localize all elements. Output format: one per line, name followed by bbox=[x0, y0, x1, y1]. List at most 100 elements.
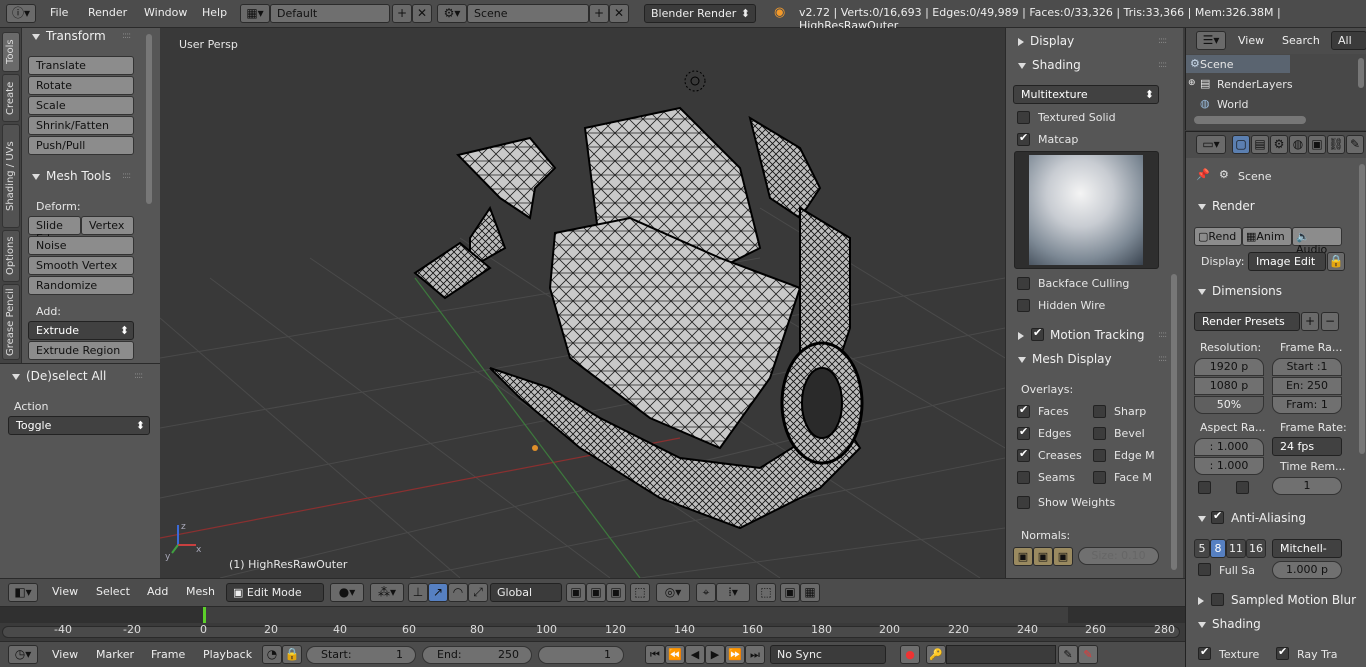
play-icon[interactable]: ▶ bbox=[705, 645, 725, 664]
remove-preset-icon[interactable]: − bbox=[1321, 312, 1339, 331]
outliner-renderlayers-label[interactable]: RenderLayers bbox=[1217, 78, 1293, 91]
scale-button[interactable]: Scale bbox=[28, 96, 134, 115]
play-reverse-icon[interactable]: ◀ bbox=[685, 645, 705, 664]
add-menu[interactable]: Add bbox=[147, 585, 168, 598]
screen-layout-icon[interactable]: ▦▾ bbox=[240, 4, 270, 23]
tab-tools[interactable]: Tools bbox=[2, 32, 20, 72]
render-image-button[interactable]: ▢Rend bbox=[1194, 227, 1242, 246]
render-panel-header[interactable]: Render bbox=[1198, 199, 1255, 213]
opengl-render-icon[interactable]: ⬚ bbox=[756, 583, 776, 602]
shrink-fatten-button[interactable]: Shrink/Fatten bbox=[28, 116, 134, 135]
end-frame-field[interactable]: End: 250 bbox=[422, 646, 532, 664]
keying-set-icon[interactable]: 🔑 bbox=[926, 645, 946, 664]
scale-manipulator-icon[interactable]: ⤢ bbox=[468, 583, 488, 602]
render-anim-icon[interactable]: ▦ bbox=[800, 583, 820, 602]
toolshelf-scrollbar[interactable] bbox=[146, 34, 152, 204]
npanel-scrollbar[interactable] bbox=[1171, 274, 1177, 570]
edge-marks-checkbox[interactable] bbox=[1093, 449, 1106, 462]
jump-start-icon[interactable]: ⏮ bbox=[645, 645, 665, 664]
backface-culling-checkbox[interactable] bbox=[1017, 277, 1030, 290]
screen-layout-field[interactable]: Default bbox=[270, 4, 390, 23]
translate-manipulator-icon[interactable]: ↗ bbox=[428, 583, 448, 602]
tab-shading-uvs[interactable]: Shading / UVs bbox=[2, 124, 20, 228]
timeline-frame-menu[interactable]: Frame bbox=[151, 648, 185, 661]
keying-set-field[interactable] bbox=[946, 645, 1056, 664]
rotate-manipulator-icon[interactable]: ◠ bbox=[448, 583, 468, 602]
edge-select-icon[interactable]: ▣ bbox=[586, 583, 606, 602]
action-select[interactable]: Toggle ⬍ bbox=[8, 416, 150, 435]
frame-rate-select[interactable]: 24 fps bbox=[1272, 437, 1342, 456]
timeline-scrollbar[interactable] bbox=[2, 626, 1180, 638]
panel-grip-icon[interactable]: :::: bbox=[134, 371, 143, 381]
editor-type-3d-icon[interactable]: ◧▾ bbox=[8, 583, 38, 602]
aspect-x-field[interactable]: : 1.000 bbox=[1194, 438, 1264, 456]
shading-panel-header[interactable]: Shading bbox=[1018, 58, 1081, 72]
bevel-checkbox[interactable] bbox=[1093, 427, 1106, 440]
matcap-checkbox[interactable] bbox=[1017, 131, 1030, 146]
anti-aliasing-panel-header[interactable] bbox=[1198, 511, 1212, 525]
editor-type-timeline-icon[interactable]: ◷▾ bbox=[8, 645, 38, 664]
raytrace-checkbox[interactable] bbox=[1276, 645, 1289, 660]
jump-keyframe-forward-icon[interactable]: ⏩ bbox=[725, 645, 745, 664]
shading-panel-header[interactable]: Shading bbox=[1198, 617, 1261, 631]
3d-cursor[interactable] bbox=[684, 70, 706, 92]
jump-keyframe-back-icon[interactable]: ⏪ bbox=[665, 645, 685, 664]
scene-field[interactable]: Scene bbox=[467, 4, 589, 23]
vertex-select-icon[interactable]: ▣ bbox=[566, 583, 586, 602]
aa-samples-11-button[interactable]: 11 bbox=[1226, 539, 1246, 558]
resolution-y-field[interactable]: 1080 p bbox=[1194, 377, 1264, 395]
outliner-view-menu[interactable]: View bbox=[1238, 34, 1264, 47]
show-weights-checkbox[interactable] bbox=[1017, 496, 1030, 509]
matcap-preview[interactable] bbox=[1014, 151, 1159, 269]
panel-grip-icon[interactable]: :::: bbox=[1158, 354, 1167, 364]
motion-blur-panel-header[interactable] bbox=[1198, 593, 1210, 607]
expand-icon[interactable]: ⊕ bbox=[1188, 78, 1196, 88]
preview-range-icon[interactable]: ◔ bbox=[262, 645, 282, 664]
panel-grip-icon[interactable]: :::: bbox=[122, 31, 131, 41]
motion-tracking-panel-header[interactable] bbox=[1018, 328, 1030, 342]
seams-checkbox[interactable] bbox=[1017, 471, 1030, 484]
noise-button[interactable]: Noise bbox=[28, 236, 134, 255]
snap-element-icon[interactable]: ⁞▾ bbox=[716, 583, 750, 602]
panel-grip-icon[interactable]: :::: bbox=[122, 171, 131, 181]
modifiers-tab-icon[interactable]: ✎ bbox=[1346, 135, 1364, 154]
constraints-tab-icon[interactable]: ⛓ bbox=[1327, 135, 1345, 154]
aspect-y-field[interactable]: : 1.000 bbox=[1194, 457, 1264, 475]
loop-normals-icon[interactable]: ▣ bbox=[1033, 547, 1053, 566]
viewport-shading-icon[interactable]: ●▾ bbox=[330, 583, 364, 602]
pivot-point-icon[interactable]: ⁂▾ bbox=[370, 583, 404, 602]
lock-icon[interactable]: 🔒 bbox=[1327, 252, 1345, 271]
frame-end-field[interactable]: En: 250 bbox=[1272, 377, 1342, 395]
push-pull-button[interactable]: Push/Pull bbox=[28, 136, 134, 155]
translate-button[interactable]: Translate bbox=[28, 56, 134, 75]
limit-selection-icon[interactable]: ⬚ bbox=[630, 583, 650, 602]
sync-mode-select[interactable]: No Sync bbox=[770, 645, 886, 664]
full-sample-checkbox[interactable] bbox=[1198, 563, 1211, 576]
properties-scrollbar[interactable] bbox=[1359, 164, 1365, 454]
operator-panel-header[interactable]: (De)select All bbox=[12, 369, 106, 383]
resolution-x-field[interactable]: 1920 p bbox=[1194, 358, 1264, 376]
start-frame-field[interactable]: Start: 1 bbox=[306, 646, 416, 664]
select-menu[interactable]: Select bbox=[96, 585, 130, 598]
3d-viewport[interactable]: z x y User Persp (1) HighResRawOuter bbox=[160, 28, 1005, 578]
panel-grip-icon[interactable]: :::: bbox=[1158, 36, 1167, 46]
slide-vertex-button[interactable]: Vertex bbox=[81, 216, 134, 235]
frame-step-field[interactable]: Fram: 1 bbox=[1272, 396, 1342, 414]
world-tab-icon[interactable]: ◍ bbox=[1289, 135, 1307, 154]
smooth-vertex-button[interactable]: Smooth Vertex bbox=[28, 256, 134, 275]
shading-mode-select[interactable]: Multitexture ⬍ bbox=[1013, 85, 1159, 104]
display-panel-header[interactable]: Display bbox=[1018, 34, 1074, 48]
proportional-editing-icon[interactable]: ◎▾ bbox=[656, 583, 690, 602]
tab-grease-pencil[interactable]: Grease Pencil bbox=[2, 284, 20, 360]
aa-samples-8-button[interactable]: 8 bbox=[1210, 539, 1226, 558]
render-engine-select[interactable]: Blender Render ⬍ bbox=[644, 4, 756, 23]
tab-options[interactable]: Options bbox=[2, 230, 20, 282]
extrude-select[interactable]: Extrude ⬍ bbox=[28, 321, 134, 340]
tab-create[interactable]: Create bbox=[2, 74, 20, 122]
outliner-hscrollbar[interactable] bbox=[1194, 116, 1306, 124]
view-menu[interactable]: View bbox=[52, 585, 78, 598]
anti-aliasing-checkbox[interactable] bbox=[1211, 509, 1224, 524]
timeline-marker-menu[interactable]: Marker bbox=[96, 648, 134, 661]
textured-solid-checkbox[interactable] bbox=[1017, 111, 1030, 124]
faces-checkbox[interactable] bbox=[1017, 403, 1030, 418]
